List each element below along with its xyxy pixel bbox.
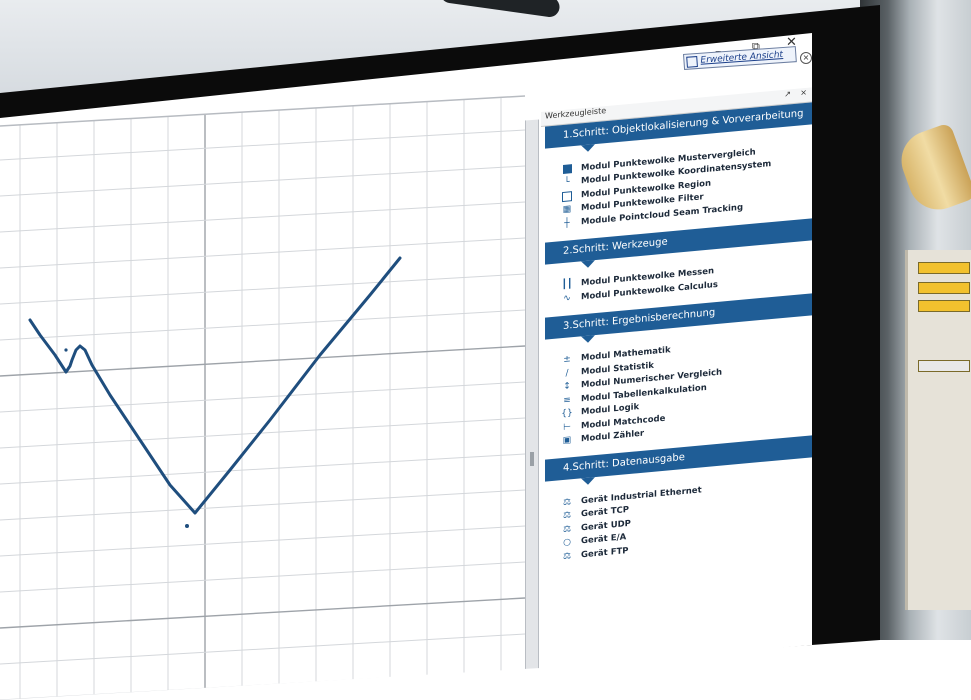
grid-line-horizontal [0,381,526,413]
region-icon [561,190,573,202]
counter-icon: ▣ [562,435,572,447]
io-device-icon: ○ [563,537,571,549]
grid-line-horizontal [0,633,526,665]
seam-tracking-icon: ┼ [564,218,570,229]
grid-line-horizontal [0,273,526,305]
warning-label [918,282,970,294]
grid-line-horizontal [0,345,526,377]
pin-icon[interactable]: ↗ [784,89,791,99]
extended-view-close-icon[interactable]: × [800,52,812,64]
grid-line-horizontal [0,669,526,700]
statistics-icon: ∕ [565,368,569,379]
grid-line-horizontal [0,165,526,197]
numeric-compare-icon: ↕ [563,381,571,393]
grid-line-horizontal [0,453,526,485]
spreadsheet-icon: ≡ [563,395,571,406]
warning-label [918,300,970,312]
toolbox-close-icon[interactable]: × [800,88,807,98]
profile-line [28,256,402,515]
grid-line-horizontal [0,525,526,557]
filter-icon: ▦ [562,204,572,216]
toolbox-panel: Werkzeugleiste ↗ × 1.Schritt: Objektloka… [541,87,812,672]
grid-line-horizontal [0,489,526,521]
plot-grid [0,97,526,700]
splitter-grip-icon[interactable] [530,452,534,466]
pattern-match-icon [561,164,573,175]
grid-line-horizontal [0,201,526,233]
ethernet-device-icon: ⚖ [562,497,572,508]
grid-line-horizontal [0,417,526,449]
warning-label [918,262,970,274]
info-label [918,360,970,372]
outlier-point [185,524,189,528]
coordinate-system-icon: └ [564,177,570,189]
module-label: Modul Zähler [581,428,645,445]
logic-icon: {} [561,408,573,420]
toolbox-sections: 1.Schritt: Objektlokalisierung & Vorvera… [541,102,812,575]
grid-line-horizontal [0,561,526,593]
grid-line-horizontal [0,597,526,629]
extended-view-button[interactable]: Erweiterte Ansicht [683,46,797,70]
math-icon: ± [563,354,571,366]
matchcode-icon: ⊢ [563,422,571,433]
panel-splitter[interactable] [525,119,539,681]
grid-line-horizontal [0,129,526,161]
grid-line-horizontal [0,309,526,341]
grid-line-horizontal [0,237,526,269]
module-label: Gerät FTP [581,545,629,561]
udp-device-icon: ⚖ [562,524,572,535]
outlier-point [64,348,68,352]
extended-view-label: Erweiterte Ansicht [700,50,784,66]
calculus-icon: ∿ [563,293,571,304]
tcp-device-icon: ⚖ [562,510,572,522]
ftp-device-icon: ⚖ [562,551,572,562]
measure-icon: ┃┃ [561,279,573,291]
view-icon [686,55,698,68]
